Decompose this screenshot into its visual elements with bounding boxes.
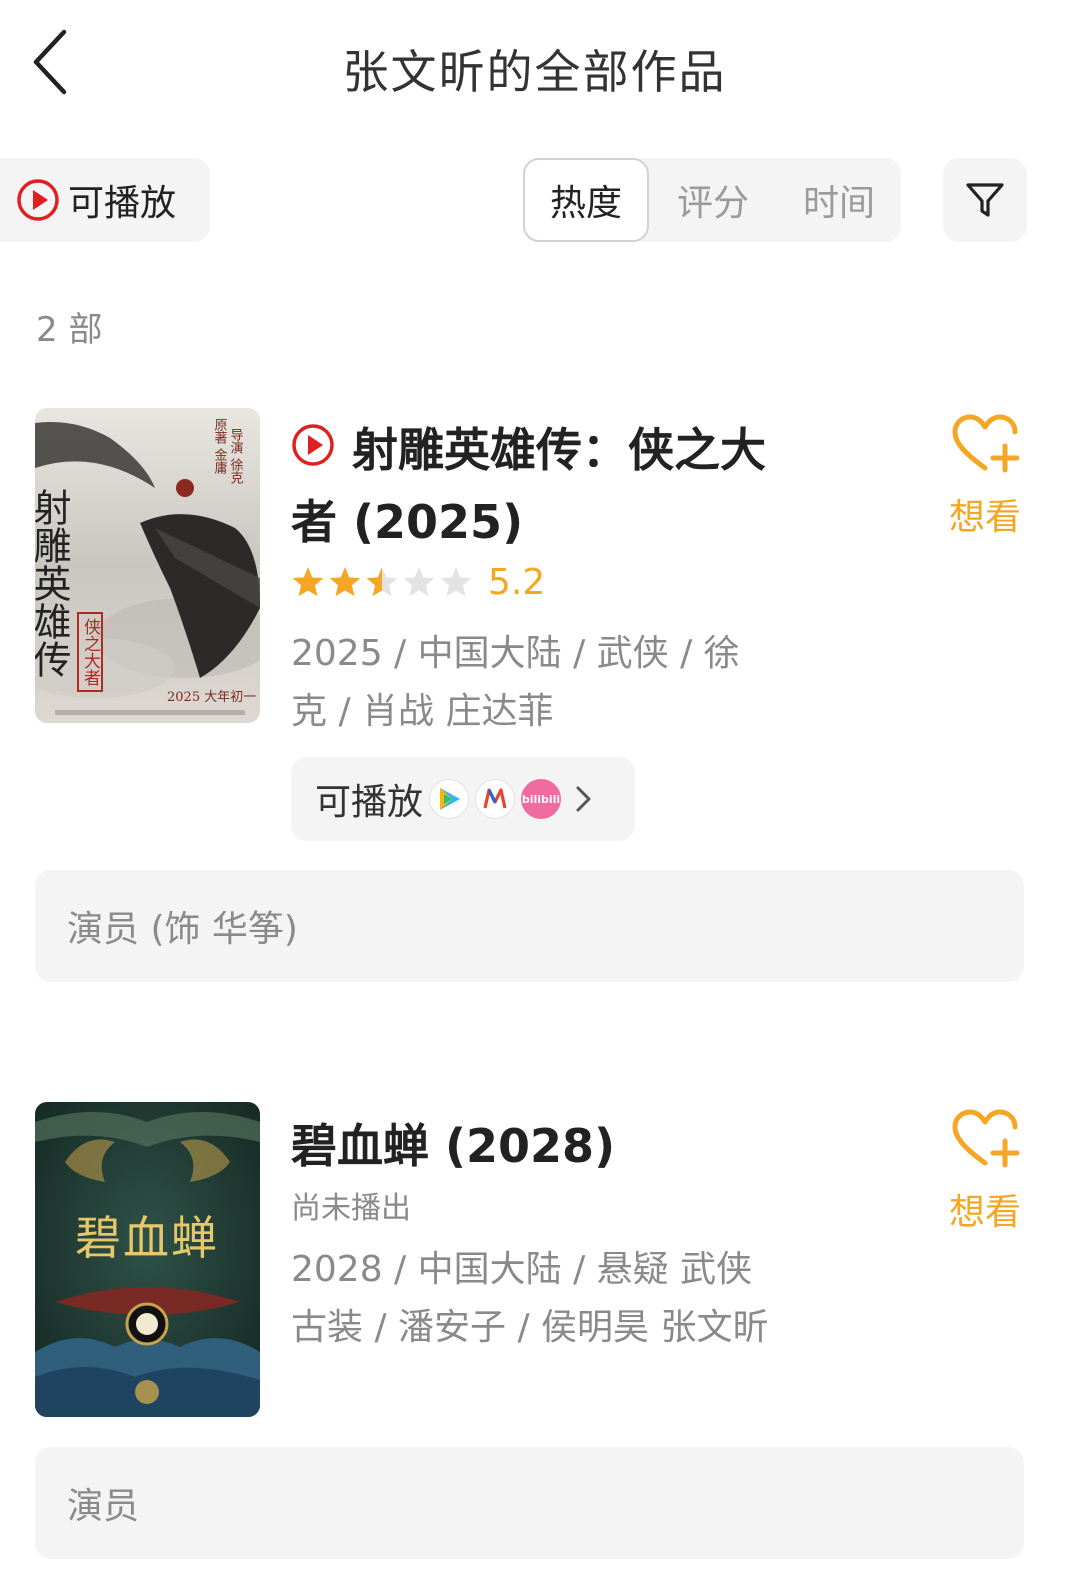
playable-filter-label: 可播放 [68, 183, 177, 224]
release-status: 尚未播出 [291, 1191, 411, 1226]
heart-plus-icon [952, 1109, 1020, 1168]
sort-tab-popularity[interactable]: 热度 [523, 158, 649, 242]
header: 张文昕的全部作品 [0, 0, 1069, 130]
poster-title: 碧血蝉 [75, 1211, 219, 1265]
play-circle-icon [17, 179, 59, 221]
filter-button[interactable] [943, 158, 1027, 242]
bilibili-icon: bilibili [521, 779, 562, 819]
star-empty-icon [440, 567, 472, 597]
chevron-right-icon [576, 786, 591, 812]
role-box: 演员 (饰 华筝) [35, 870, 1024, 982]
work-title-line2[interactable]: 者 (2025) [291, 486, 523, 552]
work-meta-line2: 古装 / 潘安子 / 侯明昊 张文昕 [291, 1307, 769, 1348]
poster-date: 2025 大年初一 [167, 690, 256, 705]
rating-stars: 5.2 [291, 561, 546, 603]
sort-tab-time[interactable]: 时间 [779, 158, 899, 242]
poster-image[interactable]: 碧血蝉 [35, 1102, 260, 1417]
wish-button[interactable]: 想看 [944, 1109, 1026, 1235]
star-empty-icon [403, 567, 435, 597]
works-count: 2 部 [36, 310, 103, 350]
work-title[interactable]: 碧血蝉 (2028) [291, 1110, 615, 1176]
role-box: 演员 [35, 1447, 1024, 1559]
work-meta-line1: 2025 / 中国大陆 / 武侠 / 徐 [291, 633, 740, 674]
poster-credits-director: 导演 徐克 [228, 428, 244, 486]
poster-image[interactable]: 导演 徐克 原著 金庸 射雕英雄传 侠之大者 2025 大年初一 [35, 408, 260, 723]
mgtv-icon [475, 779, 516, 819]
poster-subtitle: 侠之大者 [80, 618, 101, 686]
star-half-icon [366, 567, 398, 597]
work-meta-line1: 2028 / 中国大陆 / 悬疑 武侠 [291, 1249, 753, 1290]
page-title: 张文昕的全部作品 [342, 45, 727, 99]
wish-label: 想看 [948, 1192, 1021, 1233]
playable-icon [292, 424, 334, 466]
sort-tabs: 热度 评分 时间 [523, 158, 901, 242]
wish-label: 想看 [948, 497, 1021, 538]
work-title-line1[interactable]: 射雕英雄传：侠之大 [352, 414, 766, 480]
poster-title: 射雕英雄传 [35, 488, 71, 678]
platforms-label: 可播放 [315, 782, 424, 823]
heart-plus-icon [952, 414, 1020, 473]
star-full-icon [292, 567, 324, 597]
wish-button[interactable]: 想看 [944, 414, 1026, 540]
star-full-icon [329, 567, 361, 597]
poster-credits-author: 原著 金庸 [212, 418, 228, 476]
funnel-icon [966, 183, 1004, 217]
tencent-video-icon [429, 779, 470, 819]
playable-filter-button[interactable]: 可播放 [0, 158, 210, 242]
platforms-button[interactable]: 可播放 bilibili [291, 757, 635, 841]
work-meta-line2: 克 / 肖战 庄达菲 [291, 691, 554, 732]
sort-tab-rating[interactable]: 评分 [653, 158, 773, 242]
rating-value: 5.2 [488, 561, 546, 603]
